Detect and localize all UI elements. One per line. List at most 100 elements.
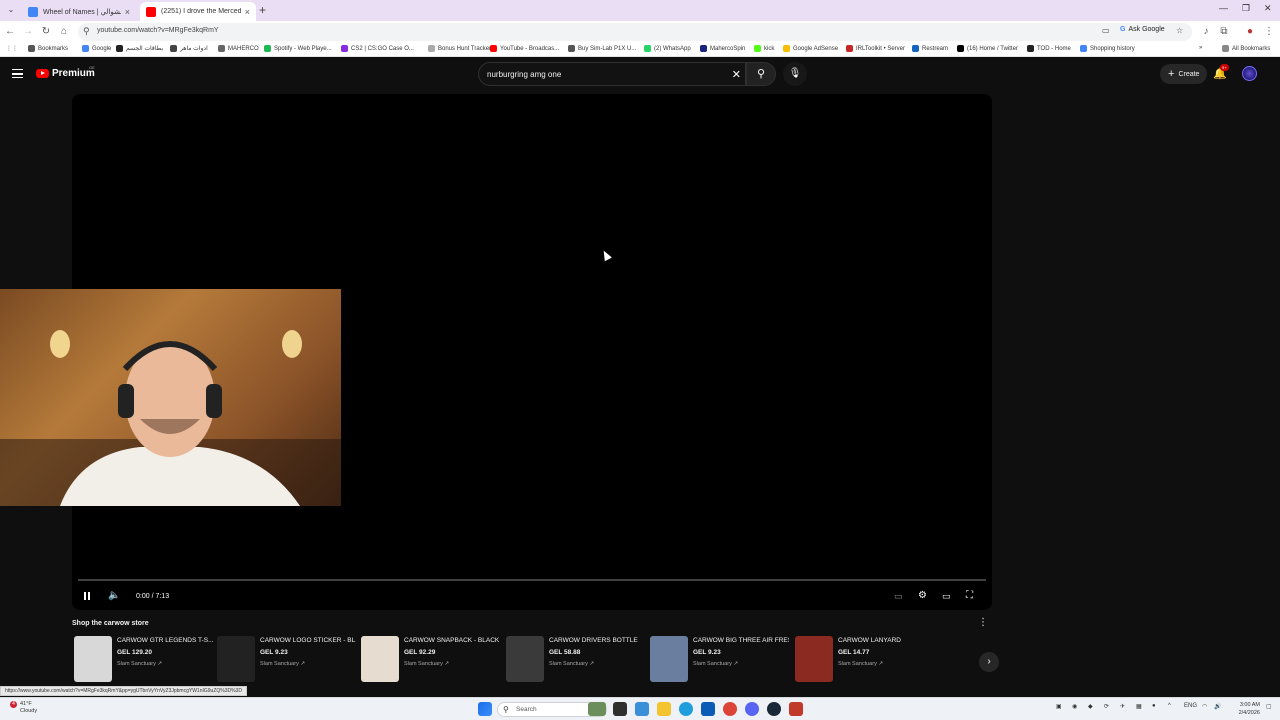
bookmark-item[interactable]: Bonus Hunt Tracker xyxy=(428,45,491,52)
close-window-button[interactable]: ✕ xyxy=(1264,3,1272,14)
bookmark-label: بطاقات الجسم xyxy=(126,46,164,52)
bookmark-item[interactable]: MAHERCO xyxy=(218,45,259,52)
profile-icon[interactable]: ● xyxy=(1243,25,1257,39)
bookmark-item[interactable]: Google xyxy=(82,45,111,52)
tray-app-icon[interactable]: ● xyxy=(1152,703,1156,709)
bookmark-item[interactable]: kick xyxy=(754,45,774,52)
widgets-icon[interactable] xyxy=(635,702,649,716)
shop-product-card[interactable]: CARWOW BIG THREE AIR FRES... GEL 9.23 Slam… xyxy=(650,636,790,682)
ask-google-button[interactable]: G Ask Google xyxy=(1120,26,1165,33)
maximize-button[interactable]: ❐ xyxy=(1242,3,1250,14)
bookmark-item[interactable]: CS2 | CS:GO Case O... xyxy=(341,45,414,52)
shop-product-card[interactable]: CARWOW LOGO STICKER - BL... GEL 9.23 Slam … xyxy=(217,636,357,682)
close-tab-icon[interactable]: × xyxy=(245,7,250,17)
bookmark-favicon-icon xyxy=(82,45,89,52)
account-avatar[interactable] xyxy=(1242,66,1257,81)
theater-mode-icon[interactable]: ▭ xyxy=(942,591,951,602)
cast-icon[interactable]: ▭ xyxy=(1102,26,1110,35)
bookmark-favicon-icon xyxy=(568,45,575,52)
language-indicator[interactable]: ENG xyxy=(1184,703,1197,709)
product-price: GEL 92.29 xyxy=(404,649,436,656)
bookmark-item[interactable]: YouTube - Broadcas... xyxy=(490,45,559,52)
tab-search-icon[interactable]: ⌄ xyxy=(5,4,17,16)
shop-product-card[interactable]: CARWOW DRIVERS BOTTLE GEL 58.88 Slam Sanct… xyxy=(506,636,646,682)
bookmark-favicon-icon xyxy=(264,45,271,52)
tray-app-icon[interactable]: ◉ xyxy=(1072,703,1077,710)
create-button[interactable]: + Create xyxy=(1160,64,1208,84)
bookmark-label: MahercoSpin xyxy=(710,45,746,52)
extensions-icon[interactable]: ⧉ xyxy=(1217,25,1231,39)
apps-grid-icon[interactable]: ⋮⋮ xyxy=(6,45,18,52)
bookmark-item[interactable]: Google AdSense xyxy=(783,45,838,52)
store-icon[interactable] xyxy=(701,702,715,716)
weather-widget[interactable]: 4 41°F Cloudy xyxy=(10,701,37,715)
notification-center-icon[interactable]: ▢ xyxy=(1266,703,1272,710)
clear-search-icon[interactable]: ✕ xyxy=(732,68,741,81)
edge-icon[interactable] xyxy=(679,702,693,716)
minimize-button[interactable]: — xyxy=(1219,3,1228,13)
shop-product-card[interactable]: CARWOW GTR LEGENDS T-S... GEL 129.20 Slam … xyxy=(74,636,214,682)
address-bar[interactable]: ⚲ youtube.com/watch?v=MRgFe3kqRmY ▭ G As… xyxy=(78,23,1192,41)
site-info-icon[interactable]: ⚲ xyxy=(83,26,90,37)
browser-tab-wheel-of-names[interactable]: Wheel of Names | اسم المشوالي × xyxy=(22,2,136,21)
bookmark-item[interactable]: (16) Home / Twitter xyxy=(957,45,1018,52)
bookmark-item[interactable]: (2) WhatsApp xyxy=(644,45,691,52)
obs-app-icon[interactable] xyxy=(789,702,803,716)
new-tab-button[interactable]: + xyxy=(259,3,266,17)
voice-search-button[interactable]: 🎙 xyxy=(783,62,807,86)
steam-icon[interactable] xyxy=(767,702,781,716)
bookmark-item[interactable]: Buy Sim-Lab P1X U... xyxy=(568,45,636,52)
bookmark-item[interactable]: Restream xyxy=(912,45,948,52)
chevron-up-icon[interactable]: ^ xyxy=(1168,703,1171,709)
tray-app-icon[interactable]: ✈ xyxy=(1120,703,1125,710)
bookmark-item[interactable]: MahercoSpin xyxy=(700,45,745,52)
bookmark-item[interactable]: Bookmarks xyxy=(28,45,68,52)
bookmark-item[interactable]: Shopping history xyxy=(1080,45,1135,52)
media-controls-icon[interactable]: ♪ xyxy=(1199,25,1213,39)
subtitles-icon[interactable]: ▭ xyxy=(894,591,903,602)
tray-app-icon[interactable]: ▣ xyxy=(1056,703,1062,710)
discord-icon[interactable] xyxy=(745,702,759,716)
browser-tab-youtube[interactable]: (2251) I drove the Mercedes-AMG One × xyxy=(140,2,256,21)
video-progress-bar[interactable] xyxy=(78,579,986,581)
forward-icon[interactable]: → xyxy=(21,25,35,39)
search-button[interactable]: ⚲ xyxy=(746,62,776,86)
task-view-icon[interactable] xyxy=(613,702,627,716)
file-explorer-icon[interactable] xyxy=(657,702,671,716)
volume-icon[interactable]: 🔈 xyxy=(108,590,120,601)
settings-gear-icon[interactable]: ⚙ xyxy=(918,590,927,601)
more-bookmarks-icon[interactable]: » xyxy=(1199,45,1202,51)
tray-app-icon[interactable]: ◆ xyxy=(1088,703,1093,710)
pause-button[interactable] xyxy=(82,591,92,601)
home-icon[interactable]: ⌂ xyxy=(57,25,71,39)
bookmark-item[interactable]: IRLToolkit • Server xyxy=(846,45,905,52)
menu-icon[interactable] xyxy=(12,69,23,78)
notifications-button[interactable]: 🔔 9+ xyxy=(1213,64,1229,80)
bookmark-item[interactable]: TOD - Home xyxy=(1027,45,1071,52)
bookmark-item[interactable]: ادوات ماهر xyxy=(170,45,208,52)
bookmark-item[interactable]: بطاقات الجسم xyxy=(116,45,163,52)
bookmark-star-icon[interactable]: ☆ xyxy=(1176,26,1183,35)
seller-name: Slam Sanctuary xyxy=(260,661,299,667)
back-icon[interactable]: ← xyxy=(3,25,17,39)
bookmark-item[interactable]: Spotify - Web Playe... xyxy=(264,45,332,52)
fullscreen-icon[interactable]: ⛶ xyxy=(966,590,973,601)
bookmark-label: Shopping history xyxy=(1090,45,1135,52)
shop-product-card[interactable]: CARWOW SNAPBACK - BLACK GEL 92.29 Slam San… xyxy=(361,636,501,682)
search-input[interactable]: nurburgring amg one ✕ xyxy=(478,62,746,86)
windows-start-icon[interactable] xyxy=(478,702,492,716)
more-options-icon[interactable]: ⋮ xyxy=(978,617,988,628)
close-tab-icon[interactable]: × xyxy=(125,7,130,17)
shop-product-card[interactable]: CARWOW LANYARD GEL 14.77 Slam Sanctuary ↗ xyxy=(795,636,935,682)
system-clock[interactable]: 3:00 AM 2/4/2026 xyxy=(1230,701,1260,717)
all-bookmarks-button[interactable]: All Bookmarks xyxy=(1222,45,1270,52)
wifi-icon[interactable]: ◠ xyxy=(1202,703,1207,710)
reload-icon[interactable]: ↻ xyxy=(39,25,53,39)
chrome-menu-icon[interactable]: ⋮ xyxy=(1262,25,1276,39)
youtube-premium-logo[interactable]: Premium GE xyxy=(36,65,95,79)
tray-app-icon[interactable]: ⟳ xyxy=(1104,703,1109,710)
next-arrow-icon[interactable]: › xyxy=(979,652,999,672)
tray-app-icon[interactable]: ▦ xyxy=(1136,703,1142,710)
volume-icon[interactable]: 🔊 xyxy=(1214,703,1221,710)
chrome-icon[interactable] xyxy=(723,702,737,716)
